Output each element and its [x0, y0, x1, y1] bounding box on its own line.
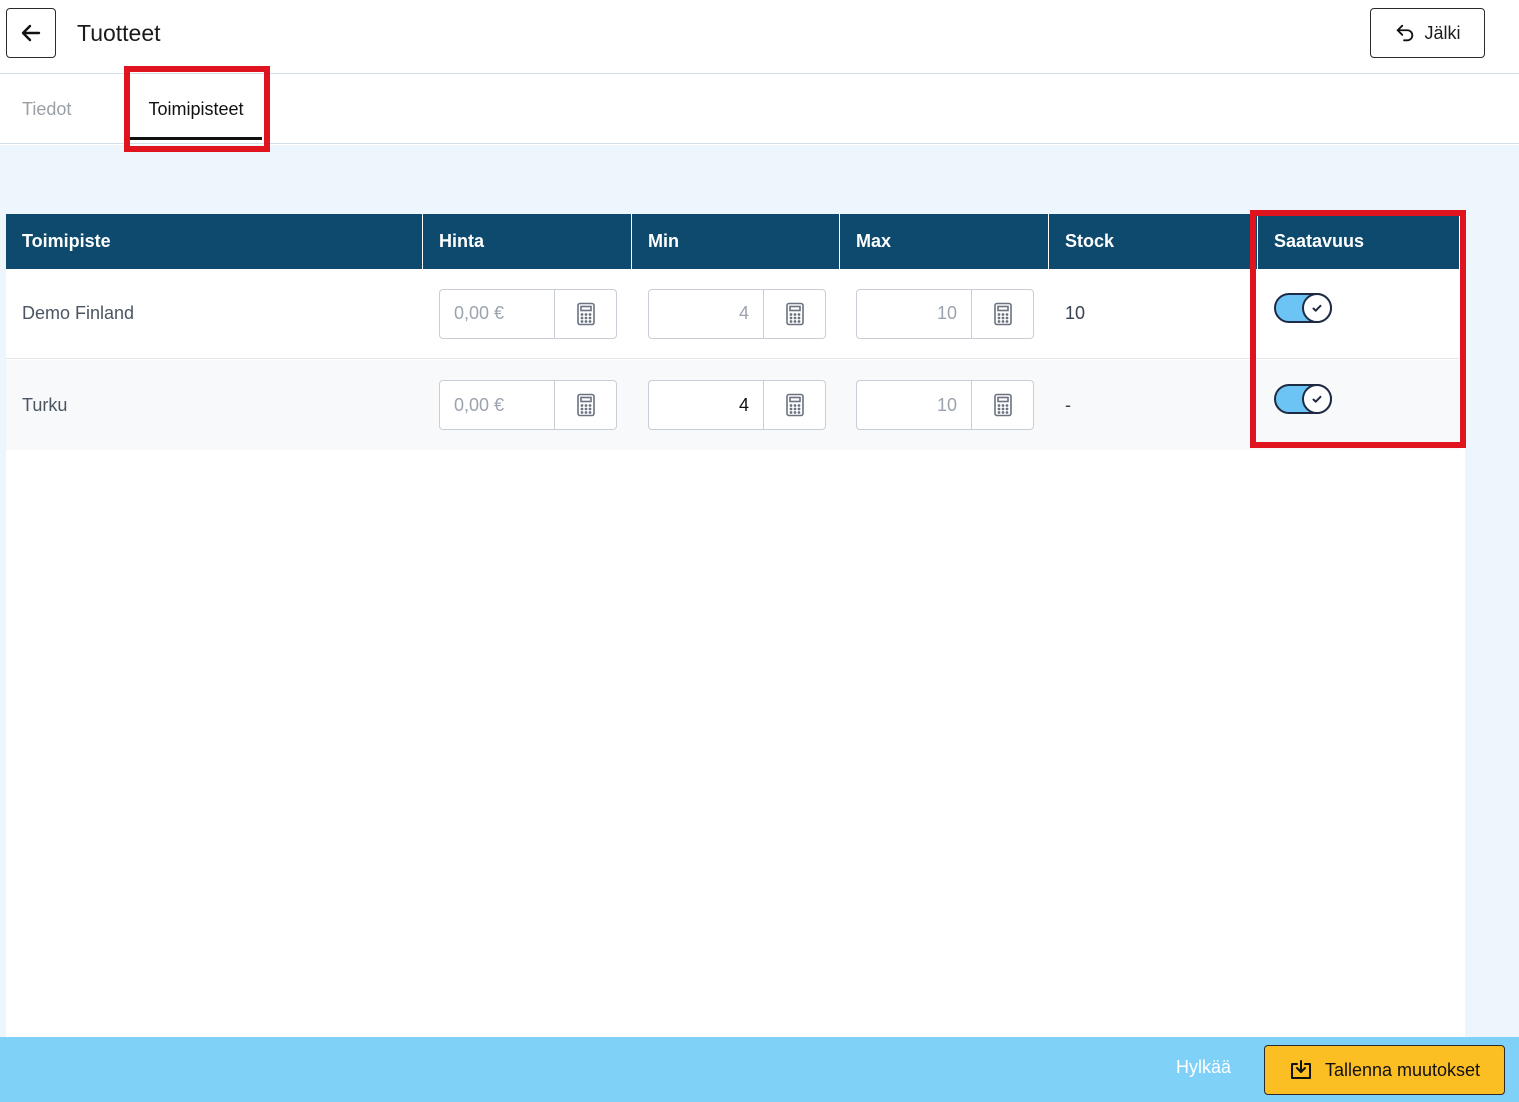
tab-toimipisteet[interactable]: Toimipisteet: [130, 74, 262, 144]
column-header-min: Min: [632, 214, 840, 269]
max-cell: 10: [840, 269, 1049, 359]
price-input[interactable]: 0,00 €: [439, 288, 617, 339]
availability-cell: [1258, 360, 1459, 450]
toggle-knob: [1302, 384, 1332, 414]
max-input[interactable]: 10: [856, 288, 1034, 339]
discard-button[interactable]: Hylkää: [1176, 1057, 1231, 1078]
max-cell: 10: [840, 360, 1049, 450]
price-value[interactable]: 0,00 €: [440, 381, 555, 429]
tab-bar: Tiedot Toimipisteet: [0, 74, 1519, 144]
stock-value: -: [1065, 394, 1071, 415]
calculator-button[interactable]: [555, 381, 616, 429]
table-row: Turku 0,00 € 4 10 -: [6, 360, 1459, 450]
stock-value: 10: [1065, 303, 1086, 323]
min-cell: 4: [632, 360, 840, 450]
top-bar: Tuotteet Jälki: [0, 0, 1519, 74]
page-title: Tuotteet: [77, 20, 161, 46]
price-cell: 0,00 €: [423, 360, 632, 450]
availability-cell: [1258, 269, 1459, 359]
min-input[interactable]: 4: [648, 380, 826, 430]
min-cell: 4: [632, 269, 840, 359]
undo-icon: [1397, 24, 1414, 42]
column-header-stock: Stock: [1049, 214, 1258, 269]
availability-toggle[interactable]: [1274, 292, 1332, 323]
check-icon: [1312, 395, 1322, 403]
back-button[interactable]: [6, 8, 56, 58]
location-name: Turku: [22, 394, 68, 415]
save-label: Tallenna muutokset: [1324, 1059, 1481, 1080]
arrow-left-icon: [21, 24, 41, 42]
calculator-icon: [576, 302, 595, 325]
table-header: Toimipiste Hinta Min Max Stock Saatavuus: [6, 214, 1459, 269]
column-header-toimipiste: Toimipiste: [6, 214, 423, 269]
save-changes-button[interactable]: Tallenna muutokset: [1264, 1045, 1505, 1095]
price-cell: 0,00 €: [423, 269, 632, 359]
calculator-button[interactable]: [555, 290, 616, 338]
max-value[interactable]: 10: [857, 289, 972, 338]
column-header-hinta: Hinta: [423, 214, 632, 269]
calculator-button[interactable]: [972, 381, 1033, 429]
min-value[interactable]: 4: [649, 381, 764, 429]
calculator-icon: [993, 302, 1012, 325]
column-header-max: Max: [840, 214, 1049, 269]
calculator-icon: [785, 393, 804, 417]
availability-toggle[interactable]: [1274, 384, 1332, 414]
check-icon: [1312, 304, 1322, 312]
max-value[interactable]: 10: [857, 381, 972, 429]
footer-bar: Hylkää Tallenna muutokset: [0, 1037, 1519, 1102]
column-header-saatavuus: Saatavuus: [1274, 231, 1365, 251]
price-value[interactable]: 0,00 €: [440, 289, 555, 338]
save-download-icon: [1290, 1060, 1311, 1079]
calculator-icon: [576, 393, 595, 417]
undo-button[interactable]: Jälki: [1370, 8, 1485, 58]
min-value[interactable]: 4: [649, 289, 764, 338]
undo-label: Jälki: [1424, 22, 1461, 43]
calculator-button[interactable]: [764, 290, 825, 338]
calculator-icon: [993, 393, 1012, 417]
table-row: Demo Finland 0,00 € 4 10 10: [6, 269, 1459, 359]
toggle-knob: [1302, 292, 1332, 323]
price-input[interactable]: 0,00 €: [439, 380, 617, 430]
location-name: Demo Finland: [22, 303, 135, 323]
max-input[interactable]: 10: [856, 380, 1034, 430]
calculator-button[interactable]: [972, 290, 1033, 338]
tab-tiedot[interactable]: Tiedot: [22, 74, 71, 144]
calculator-icon: [785, 302, 804, 325]
calculator-button[interactable]: [764, 381, 825, 429]
min-input[interactable]: 4: [648, 288, 826, 339]
